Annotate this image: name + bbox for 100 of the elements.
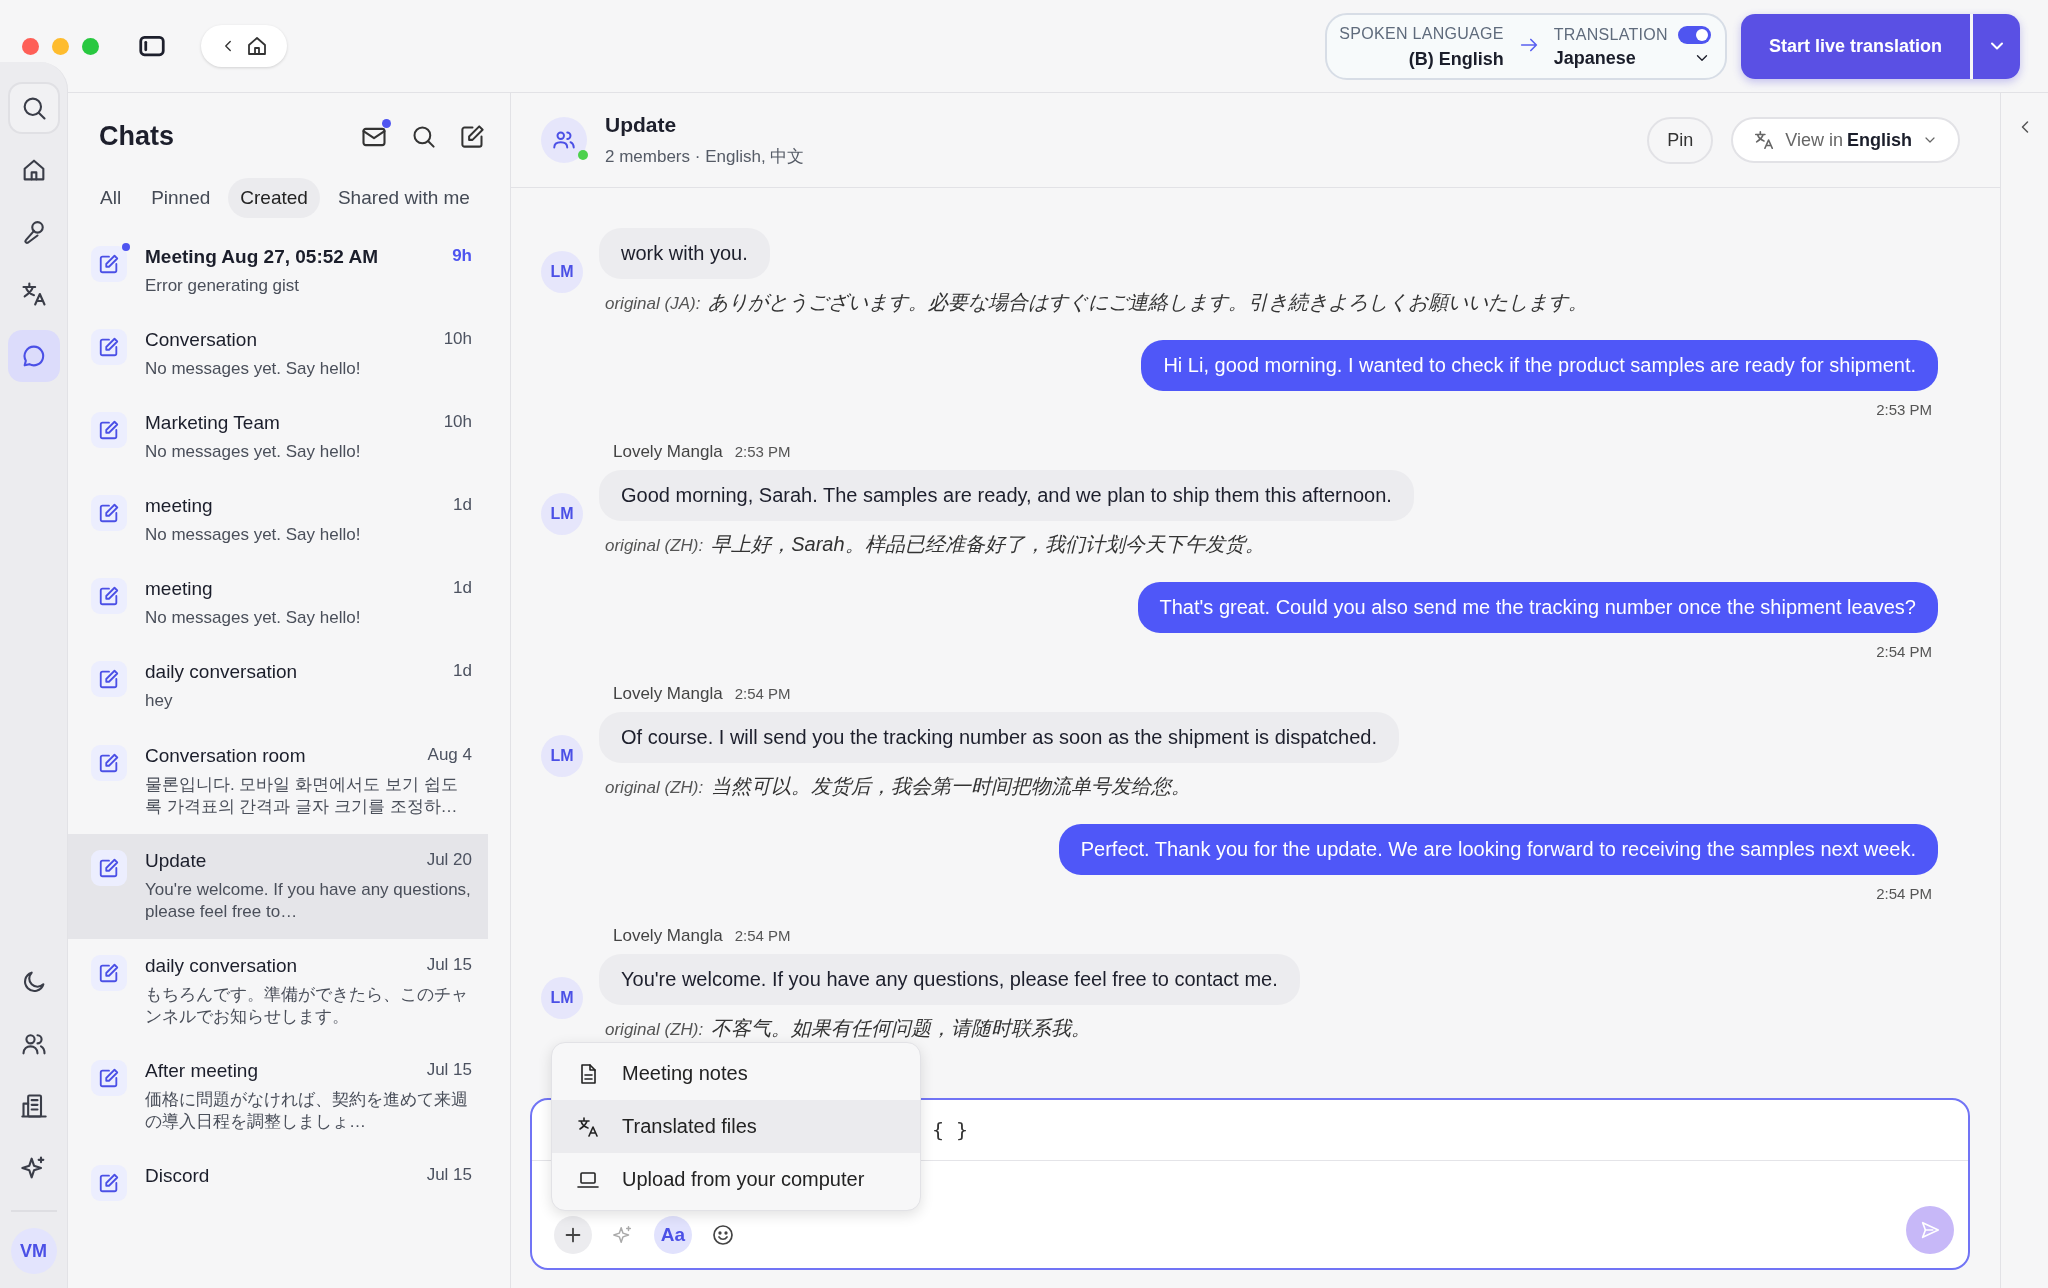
chat-preview: Error generating gist — [145, 275, 301, 297]
chat-list-item[interactable]: Marketing Team 10h No messages yet. Say hello! — [68, 396, 488, 480]
chat-list-item[interactable]: meeting 1d No messages yet. Say hello! — [68, 562, 488, 646]
chat-preview: hey — [145, 690, 174, 713]
message-bubble: work with you. — [599, 228, 770, 279]
translation-value: Japanese — [1553, 47, 1636, 69]
spoken-language-value: (B) English — [1408, 48, 1504, 70]
original-label: original (ZH): — [605, 778, 704, 798]
message-time: 2:54 PM — [1876, 643, 1932, 660]
original-text: ありがとうございます。必要な場合はすぐにご連絡します。引き続きよろしくお願いいたします。 — [708, 290, 1589, 315]
menu-item[interactable]: Meeting notes — [552, 1047, 920, 1100]
new-chat-button[interactable] — [459, 123, 486, 150]
chat-list-item[interactable]: Meeting Aug 27, 05:52 AM 9h Error generating gist — [68, 230, 488, 314]
filter-tab[interactable]: Shared with me — [325, 178, 482, 218]
format-button[interactable]: Aa — [654, 1216, 692, 1254]
send-icon — [1919, 1219, 1941, 1241]
chat-time: Aug 4 — [427, 744, 472, 766]
code-snippet: { } — [932, 1118, 969, 1142]
user-avatar[interactable]: VM — [10, 1228, 57, 1274]
conversation-subtitle: 2 members · English, 中文 — [605, 145, 806, 168]
filter-tab[interactable]: All — [88, 178, 134, 218]
filter-tab[interactable]: Pinned — [139, 178, 223, 218]
edit-icon — [98, 336, 120, 359]
translation-label: TRANSLATION — [1553, 25, 1668, 44]
chat-list-item[interactable]: Conversation room Aug 4 물론입니다. 모바일 화면에서도 보기 쉽도록 가격표의 간격과 글자 크기를 조정하… — [68, 728, 488, 834]
chat-preview: You're welcome. If you have any questions, please feel free to… — [145, 878, 472, 923]
filter-tab[interactable]: Created — [228, 178, 320, 218]
view-language-button[interactable]: View in English — [1731, 117, 1960, 163]
close-window-button[interactable] — [22, 37, 39, 55]
chat-title: Discord — [145, 1165, 210, 1188]
start-translation-button[interactable]: Start live translation — [1740, 13, 1970, 79]
sender-name: Lovely Mangla — [613, 926, 723, 946]
chat-title: Conversation — [145, 329, 257, 352]
chat-list-item[interactable]: daily conversation 1d hey — [68, 645, 488, 729]
chat-title: Meeting Aug 27, 05:52 AM — [145, 246, 378, 268]
chat-title: Conversation room — [145, 744, 306, 767]
chat-list-item[interactable]: daily conversation Jul 15 もちろんです。準備ができたら、このチャンネルでお知らせします。 — [68, 938, 488, 1045]
message-bubble: Of course. I will send you the tracking number as soon as the shipment is dispatched. — [599, 712, 1399, 763]
home-button[interactable] — [245, 34, 269, 58]
edit-icon — [98, 751, 120, 774]
message-bubble: Perfect. Thank you for the update. We are looking forward to receiving the samples next week. — [1058, 824, 1938, 875]
rail-item[interactable] — [7, 330, 60, 382]
chat-time: Jul 15 — [426, 954, 472, 976]
message-bubble: Hi Li, good morning. I wanted to check if the product samples are ready for shipment. — [1141, 340, 1938, 391]
original-label: original (ZH): — [605, 536, 704, 556]
sender-avatar: LM — [541, 735, 583, 777]
chat-preview: No messages yet. Say hello! — [145, 441, 362, 464]
chat-list-item[interactable]: After meeting Jul 15 価格に問題がなければ、契約を進めて来週の導入日程を調整しましょ… — [68, 1044, 488, 1150]
sender-avatar: LM — [541, 251, 583, 293]
message-bubble: You're welcome. If you have any questions, please feel free to contact me. — [599, 954, 1300, 1005]
translation-toggle[interactable] — [1677, 25, 1711, 44]
chat-list-item[interactable]: meeting 1d No messages yet. Say hello! — [68, 479, 488, 563]
menu-item[interactable]: Upload from your computer — [552, 1153, 920, 1206]
edit-icon — [98, 961, 120, 984]
original-label: original (JA): — [605, 294, 701, 314]
chat-list-item[interactable]: Conversation 10h No messages yet. Say hello! — [68, 313, 488, 397]
chats-title: Chats — [99, 121, 175, 152]
message-time: 2:53 PM — [1876, 401, 1932, 418]
edit-icon — [98, 419, 120, 442]
chat-time: 1d — [453, 495, 472, 517]
chat-title: Update — [145, 849, 207, 872]
original-text: 早上好，Sarah。样品已经准备好了，我们计划今天下午发货。 — [711, 532, 1265, 557]
chat-time: 9h — [452, 246, 472, 267]
translate-icon — [1753, 129, 1776, 151]
chat-title: daily conversation — [145, 954, 298, 977]
chat-preview: もちろんです。準備ができたら、このチャンネルでお知らせします。 — [145, 983, 469, 1029]
edit-icon — [98, 253, 120, 275]
chat-title: After meeting — [145, 1060, 258, 1083]
chat-preview: 価格に問題がなければ、契約を進めて来週の導入日程を調整しましょ… — [145, 1089, 469, 1134]
chat-preview: No messages yet. Say hello! — [145, 524, 362, 547]
chat-list-item[interactable]: Discord Jul 15 — [68, 1149, 488, 1218]
chat-time: Jul 15 — [426, 1060, 472, 1082]
chat-title: daily conversation — [145, 661, 298, 684]
original-text: 当然可以。发货后，我会第一时间把物流单号发给您。 — [711, 774, 1192, 799]
sender-avatar: LM — [541, 493, 583, 535]
rail-item[interactable] — [7, 82, 60, 134]
dropdown-button[interactable] — [1973, 13, 2020, 79]
spoken-language-label: SPOKEN LANGUAGE — [1339, 24, 1504, 43]
add-button[interactable] — [554, 1216, 592, 1254]
message-time: 2:53 PM — [734, 443, 791, 460]
original-text: 不客气。如果有任何问题，请随时联系我。 — [711, 1016, 1092, 1041]
smiley-icon — [711, 1223, 735, 1247]
chat-preview: No messages yet. Say hello! — [145, 607, 362, 630]
sender-avatar: LM — [541, 977, 583, 1019]
original-label: original (ZH): — [605, 1020, 704, 1040]
chat-list-item[interactable]: Update Jul 20 You're welcome. If you have any questions, please feel free to… — [68, 833, 488, 939]
pin-button[interactable]: Pin — [1647, 116, 1714, 164]
message-bubble: That's great. Could you also send me the tracking number once the shipment leaves? — [1137, 582, 1938, 633]
message-time: 2:54 PM — [734, 685, 791, 702]
language-selector[interactable]: SPOKEN LANGUAGE (B) English TRANSLATION Japanese — [1325, 12, 1727, 80]
edit-icon — [98, 856, 120, 879]
chat-title: meeting — [145, 578, 213, 601]
edit-icon — [98, 502, 120, 525]
edit-icon — [98, 1067, 120, 1090]
menu-item[interactable]: Translated files — [552, 1100, 920, 1153]
chat-time: 1d — [453, 661, 472, 683]
edit-icon — [98, 668, 120, 691]
message-time: 2:54 PM — [1876, 885, 1932, 902]
home-icon — [245, 34, 269, 58]
unread-dot — [122, 243, 130, 251]
